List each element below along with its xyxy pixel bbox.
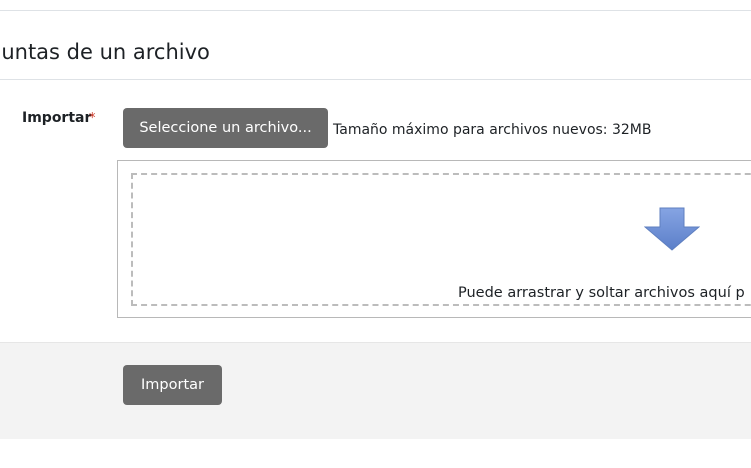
import-field-label: Importar xyxy=(22,110,92,126)
section-title: guntas de un archivo xyxy=(0,40,210,64)
import-questions-page: guntas de un archivo Importar * Seleccio… xyxy=(0,0,751,468)
form-footer: Importar xyxy=(0,342,751,439)
file-dropzone[interactable]: Puede arrastrar y soltar archivos aquí p xyxy=(131,173,751,306)
required-icon: * xyxy=(89,111,96,126)
arrow-down-icon xyxy=(644,207,700,251)
section-divider xyxy=(0,79,751,80)
choose-file-button[interactable]: Seleccione un archivo... xyxy=(123,108,328,148)
file-manager: Puede arrastrar y soltar archivos aquí p xyxy=(117,160,751,318)
dropzone-text: Puede arrastrar y soltar archivos aquí p xyxy=(458,285,745,301)
top-divider xyxy=(0,10,751,11)
max-file-size-text: Tamaño máximo para archivos nuevos: 32MB xyxy=(333,122,652,138)
import-submit-button[interactable]: Importar xyxy=(123,365,222,405)
